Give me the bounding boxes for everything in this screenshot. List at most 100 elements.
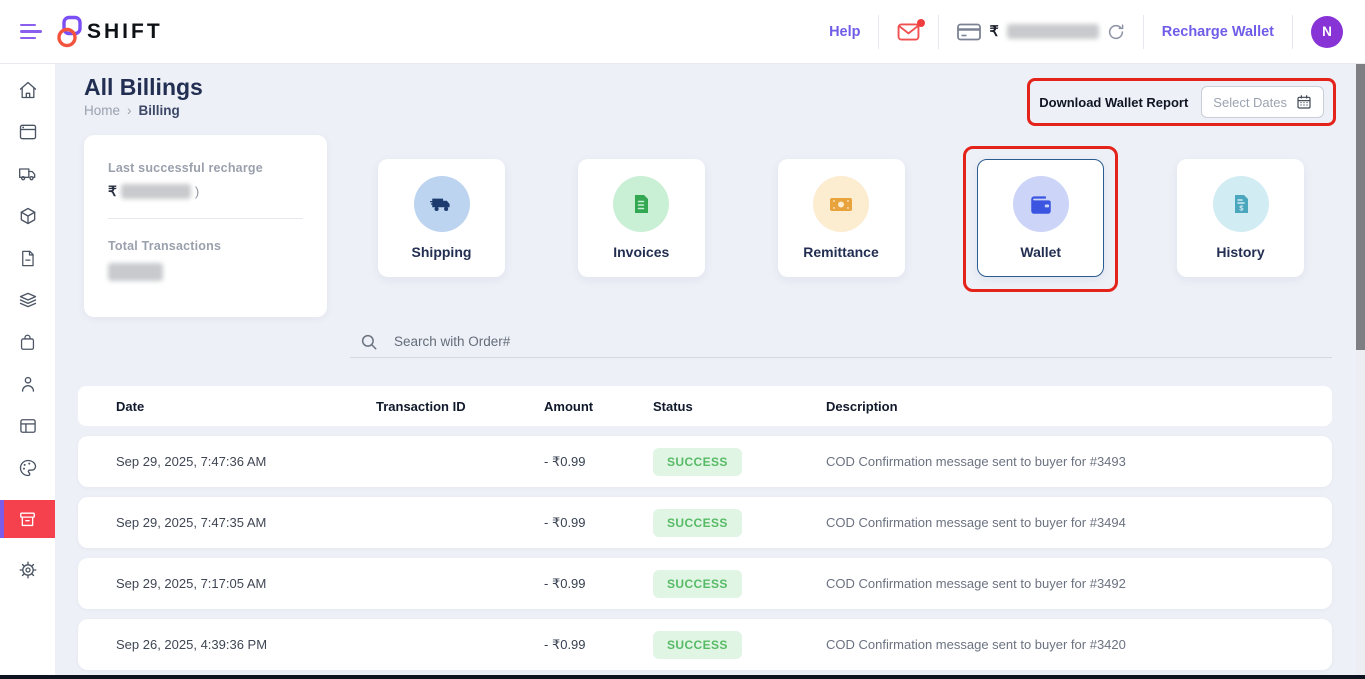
wallet-balance: ₹	[957, 23, 1124, 41]
bottom-edge-bar	[0, 675, 1365, 679]
tab-label: Invoices	[613, 244, 669, 260]
sidebar-item-documents[interactable]	[0, 248, 55, 268]
header-divider	[938, 15, 939, 49]
truck-icon	[18, 164, 38, 184]
last-recharge-currency: ₹	[108, 183, 117, 200]
header-divider	[1292, 15, 1293, 49]
sidebar-item-settings[interactable]	[0, 560, 55, 580]
table-row[interactable]: Sep 26, 2025, 4:39:36 PM - ₹0.99 SUCCESS…	[78, 619, 1332, 670]
page-title: All Billings	[84, 74, 203, 101]
header-divider	[878, 15, 879, 49]
top-header: SHIFT Help ₹	[0, 0, 1365, 64]
help-link[interactable]: Help	[829, 24, 860, 40]
total-transactions-redacted	[108, 263, 163, 281]
palette-icon	[18, 458, 38, 478]
status-badge: SUCCESS	[653, 509, 742, 537]
layout-table-icon	[18, 416, 38, 436]
invoice-icon	[629, 192, 653, 216]
credit-card-icon	[957, 23, 981, 41]
select-dates-button[interactable]: Select Dates	[1201, 86, 1324, 118]
balance-redacted	[1007, 24, 1099, 39]
home-icon	[18, 80, 38, 100]
tab-label: Remittance	[803, 244, 878, 260]
browser-card-icon	[18, 122, 38, 142]
tab-invoices[interactable]: Invoices	[578, 159, 705, 277]
sidebar-item-customers[interactable]	[0, 374, 55, 394]
table-row[interactable]: Sep 29, 2025, 7:47:35 AM - ₹0.99 SUCCESS…	[78, 497, 1332, 548]
sidebar-item-products[interactable]	[0, 332, 55, 352]
tab-label: Shipping	[412, 244, 472, 260]
sidebar-item-inventory[interactable]	[0, 290, 55, 310]
banknote-icon	[827, 190, 855, 218]
select-dates-label: Select Dates	[1213, 95, 1287, 110]
masked-suffix: )	[195, 184, 199, 199]
package-icon	[18, 206, 38, 226]
sidebar-item-orders[interactable]	[0, 206, 55, 226]
remittance-circle	[813, 176, 869, 232]
invoices-circle	[613, 176, 669, 232]
scrollbar[interactable]	[1356, 64, 1365, 675]
truck-icon	[429, 191, 455, 217]
table-row[interactable]: Sep 29, 2025, 7:47:36 AM - ₹0.99 SUCCESS…	[78, 436, 1332, 487]
tab-wallet-selected[interactable]: Wallet	[977, 159, 1104, 277]
brand-logo-icon	[56, 15, 83, 48]
cell-description: COD Confirmation message sent to buyer f…	[826, 637, 1332, 652]
sidebar-item-shipments[interactable]	[0, 164, 55, 184]
search-bar	[350, 326, 1332, 358]
col-amount: Amount	[544, 399, 653, 414]
summary-divider	[108, 218, 303, 219]
col-status: Status	[653, 399, 826, 414]
user-avatar[interactable]: N	[1311, 16, 1343, 48]
sidebar-item-appearance[interactable]	[0, 458, 55, 478]
cell-amount: - ₹0.99	[544, 637, 653, 653]
col-description: Description	[826, 399, 1332, 414]
search-input[interactable]	[394, 334, 994, 349]
col-transaction-id: Transaction ID	[376, 399, 544, 414]
cell-date: Sep 29, 2025, 7:17:05 AM	[116, 576, 376, 591]
cell-date: Sep 29, 2025, 7:47:36 AM	[116, 454, 376, 469]
cell-description: COD Confirmation message sent to buyer f…	[826, 576, 1332, 591]
tab-label: History	[1216, 244, 1264, 260]
tab-shipping[interactable]: Shipping	[378, 159, 505, 277]
table-header-row: Date Transaction ID Amount Status Descri…	[78, 386, 1332, 426]
gear-icon	[18, 560, 38, 580]
main-content: All Billings Home › Billing Download Wal…	[55, 64, 1365, 675]
download-wallet-report-button[interactable]: Download Wallet Report	[1039, 95, 1188, 110]
wallet-summary-card: Last successful recharge ₹ ) Total Trans…	[84, 135, 327, 317]
scrollbar-thumb[interactable]	[1356, 64, 1365, 350]
wallet-circle	[1013, 176, 1069, 232]
breadcrumb-home[interactable]: Home	[84, 103, 120, 118]
notifications-mail-icon[interactable]	[897, 23, 920, 41]
sidebar-item-reports[interactable]	[0, 416, 55, 436]
archive-billing-icon	[18, 510, 37, 529]
brand-logo[interactable]: SHIFT	[56, 15, 163, 48]
sidebar-item-billing-active[interactable]	[0, 500, 55, 538]
tab-history[interactable]: $ History	[1177, 159, 1304, 277]
balance-currency: ₹	[989, 24, 998, 40]
calendar-icon	[1296, 94, 1312, 110]
cell-description: COD Confirmation message sent to buyer f…	[826, 454, 1332, 469]
recharge-wallet-button[interactable]: Recharge Wallet	[1162, 24, 1274, 40]
tab-remittance[interactable]: Remittance	[778, 159, 905, 277]
tab-wallet-wrap: Wallet	[977, 159, 1104, 277]
cell-amount: - ₹0.99	[544, 576, 653, 592]
breadcrumb-separator: ›	[127, 103, 132, 118]
cell-date: Sep 29, 2025, 7:47:35 AM	[116, 515, 376, 530]
transactions-table: Date Transaction ID Amount Status Descri…	[78, 386, 1332, 675]
status-badge: SUCCESS	[653, 631, 742, 659]
person-icon	[18, 374, 38, 394]
bag-icon	[18, 333, 37, 352]
notification-dot	[917, 19, 925, 27]
status-badge: SUCCESS	[653, 570, 742, 598]
hamburger-menu-icon[interactable]	[20, 24, 42, 40]
billing-tabs: Shipping Invoices Remittance Wallet	[378, 159, 1304, 279]
sidebar-item-channels[interactable]	[0, 122, 55, 142]
table-row[interactable]: Sep 29, 2025, 7:17:05 AM - ₹0.99 SUCCESS…	[78, 558, 1332, 609]
refresh-balance-icon[interactable]	[1107, 23, 1125, 41]
cell-amount: - ₹0.99	[544, 454, 653, 470]
history-circle: $	[1213, 176, 1269, 232]
breadcrumb-billing: Billing	[139, 103, 180, 118]
breadcrumb: Home › Billing	[84, 103, 180, 118]
sidebar-item-home[interactable]	[0, 80, 55, 100]
last-recharge-label: Last successful recharge	[108, 161, 303, 175]
